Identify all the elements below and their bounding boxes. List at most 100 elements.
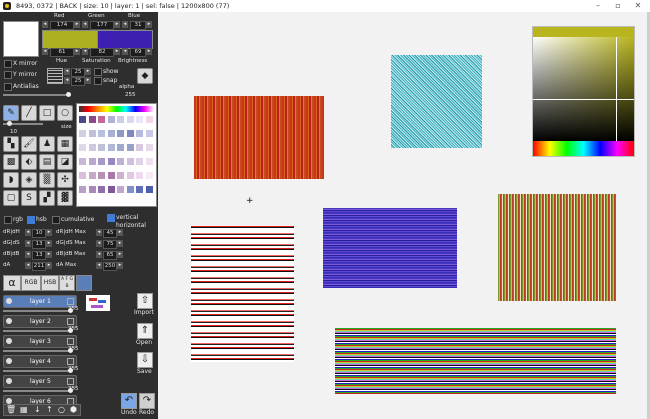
saturation-decrement[interactable]: ◂ [82, 48, 88, 55]
palette-swatch[interactable] [98, 186, 105, 193]
palette-swatch[interactable] [79, 144, 86, 151]
hue-decrement[interactable]: ◂ [42, 48, 48, 55]
clone-icon[interactable]: ♟ [39, 136, 55, 152]
hue-increment[interactable]: ▸ [74, 48, 80, 55]
hue-bar[interactable] [533, 27, 634, 37]
green-value[interactable]: 177 [90, 21, 114, 30]
jitter-max-increment[interactable]: ▸ [117, 262, 123, 269]
jitter-max-decrement[interactable]: ◂ [96, 240, 102, 247]
palette-swatch[interactable] [136, 172, 143, 179]
primary-color-swatch[interactable] [42, 30, 99, 49]
artwork-black-red-noise[interactable] [191, 226, 294, 362]
layer-lock-checkbox[interactable] [67, 338, 74, 345]
jitter-increment[interactable]: ▸ [46, 262, 52, 269]
vertical-checkbox[interactable] [107, 214, 115, 222]
size-slider[interactable] [3, 121, 43, 126]
palette-swatch[interactable] [98, 130, 105, 137]
color-palette[interactable] [76, 103, 157, 207]
smudge-icon[interactable]: S [21, 190, 37, 206]
palette-swatch[interactable] [117, 130, 124, 137]
jitter-max-decrement[interactable]: ◂ [96, 262, 102, 269]
palette-swatch[interactable] [98, 172, 105, 179]
saturation-increment[interactable]: ▸ [114, 48, 120, 55]
jitter-max-increment[interactable]: ▸ [117, 229, 123, 236]
artwork-blue-stripes[interactable] [323, 208, 457, 288]
undo-icon[interactable]: ↶ [121, 393, 137, 409]
palette-swatch[interactable] [88, 130, 96, 137]
jitter-max-increment[interactable]: ▸ [117, 240, 123, 247]
hsb-mode-button[interactable]: HSB [41, 275, 59, 291]
afgb-mode-button[interactable]: A F G B [59, 275, 75, 291]
gradient-icon[interactable]: ◪ [57, 154, 73, 170]
green-decrement[interactable]: ◂ [82, 21, 88, 28]
jitter-max-value[interactable]: 250 [103, 262, 117, 271]
palette-swatch[interactable] [126, 172, 134, 179]
visibility-icon[interactable] [6, 338, 12, 344]
saturation-brightness-square[interactable] [533, 37, 634, 141]
jitter-increment[interactable]: ▸ [46, 229, 52, 236]
palette-swatch[interactable] [145, 186, 153, 193]
jitter-decrement[interactable]: ◂ [25, 240, 31, 247]
palette-swatch[interactable] [117, 186, 124, 193]
alpha-mode-button[interactable]: α [3, 275, 21, 291]
jitter-increment[interactable]: ▸ [46, 251, 52, 258]
palette-swatch[interactable] [145, 116, 153, 123]
move-down-icon[interactable]: ↓ [34, 405, 41, 414]
palette-swatch[interactable] [88, 144, 96, 151]
rgb-checkbox[interactable] [4, 216, 12, 224]
layer-lock-checkbox[interactable] [67, 318, 74, 325]
hue-spectrum-bar[interactable] [533, 141, 634, 156]
merge-icon[interactable]: ○ [58, 405, 65, 414]
jitter-max-value[interactable]: 75 [103, 240, 117, 249]
pattern-icon[interactable]: ▞ [39, 190, 55, 206]
layer-opacity-slider[interactable] [3, 328, 73, 333]
maximize-button[interactable]: ▫ [608, 0, 628, 12]
palette-swatch[interactable] [126, 186, 134, 193]
palette-swatch[interactable] [79, 172, 86, 179]
palette-swatch[interactable] [98, 144, 105, 151]
brightness-increment[interactable]: ▸ [146, 48, 152, 55]
dither-icon[interactable]: ▓ [57, 190, 73, 206]
add-layer-icon[interactable]: ▦ [20, 405, 28, 414]
saturation-value[interactable]: 82 [90, 48, 114, 57]
alpha-slider[interactable] [3, 92, 71, 97]
red-value[interactable]: 174 [50, 21, 74, 30]
palette-swatch[interactable] [107, 186, 115, 193]
layer-opacity-slider[interactable] [3, 388, 73, 393]
alpha-slider-knob[interactable] [66, 92, 71, 97]
layer-row[interactable]: layer 5 [3, 375, 77, 388]
palette-swatch[interactable] [79, 116, 86, 123]
jitter-value[interactable]: 211 [32, 262, 46, 271]
line-icon[interactable]: ╱ [21, 105, 37, 121]
palette-swatch[interactable] [145, 172, 153, 179]
settings-icon[interactable]: ⬢ [70, 405, 77, 414]
brightness-value[interactable]: 69 [130, 48, 146, 57]
artwork-orange-stripes[interactable] [194, 96, 324, 179]
delete-layer-icon[interactable]: 🗑 [6, 405, 16, 414]
layer-row[interactable]: layer 3 [3, 335, 77, 348]
layer-row[interactable]: layer 2 [3, 315, 77, 328]
jitter-max-value[interactable]: 45 [103, 229, 117, 238]
jitter-max-decrement[interactable]: ◂ [96, 251, 102, 258]
redo-icon[interactable]: ↷ [139, 393, 155, 409]
grid-snap-checkbox[interactable] [94, 77, 102, 85]
blue-decrement[interactable]: ◂ [122, 21, 128, 28]
minimize-button[interactable]: – [588, 0, 608, 12]
jitter-max-decrement[interactable]: ◂ [96, 229, 102, 236]
palette-swatch[interactable] [107, 116, 115, 123]
palette-swatch[interactable] [88, 116, 96, 123]
layer-opacity-slider[interactable] [3, 368, 73, 373]
palette-swatch[interactable] [136, 116, 143, 123]
palette-swatch[interactable] [107, 130, 115, 137]
grid-x-value[interactable]: 25 [71, 68, 85, 77]
hsb-checkbox[interactable] [27, 216, 35, 224]
palette-swatch[interactable] [126, 158, 134, 165]
jitter-value[interactable]: 13 [32, 251, 46, 260]
palette-swatch[interactable] [88, 158, 96, 165]
palette-swatch[interactable] [126, 144, 134, 151]
drawing-canvas[interactable]: + [158, 12, 647, 419]
open-icon[interactable]: ⇑ [137, 323, 153, 339]
cumulative-checkbox[interactable] [52, 216, 60, 224]
import-icon[interactable]: ⇧ [137, 293, 153, 309]
palette-swatch[interactable] [145, 144, 153, 151]
